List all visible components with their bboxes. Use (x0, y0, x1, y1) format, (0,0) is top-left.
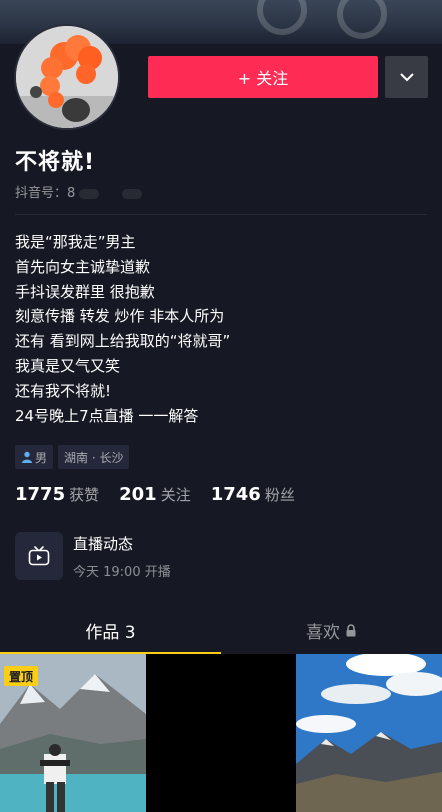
bio: 我是“那我走”男主 首先向女主诚挚道歉 手抖误发群里 很抱歉 刻意传播 转发 炒… (15, 230, 427, 428)
following-label: 关注 (160, 486, 191, 504)
bio-line: 首先向女主诚挚道歉 (15, 257, 151, 276)
video-thumbnail[interactable]: 置顶 (0, 654, 146, 812)
pinned-badge: 置顶 (4, 666, 39, 686)
live-info: 直播动态 今天 19:00 开播 (73, 533, 171, 580)
gender-tag: 男 (15, 445, 54, 469)
following-stat[interactable]: 201 关注 (119, 484, 191, 505)
bio-line: 手抖误发群里 很抱歉 (15, 282, 155, 301)
content-tabs: 作品 3 喜欢 (0, 606, 442, 654)
id-redacted (79, 188, 100, 199)
chevron-down-icon (399, 73, 414, 82)
live-time: 今天 19:00 开播 (73, 564, 171, 580)
tab-likes[interactable]: 喜欢 (221, 606, 442, 654)
douyin-id-text: 抖音号：8 (15, 186, 76, 201)
gender-label: 男 (35, 450, 48, 465)
video-thumbnail[interactable] (148, 654, 294, 812)
avatar[interactable] (14, 24, 120, 130)
douyin-id: 抖音号：8 (15, 182, 142, 201)
location-label: 湖南 · 长沙 (64, 450, 124, 465)
person-icon (22, 451, 32, 463)
live-announcement[interactable]: 直播动态 今天 19:00 开播 (15, 532, 171, 580)
bio-line: 24号晚上7点直播 一一解答 (15, 406, 199, 425)
followers-label: 粉丝 (264, 486, 295, 504)
bio-line: 我是“那我走”男主 (15, 233, 136, 251)
tab-works[interactable]: 作品 3 (0, 606, 221, 654)
tab-likes-label: 喜欢 (306, 622, 340, 643)
divider (15, 214, 427, 215)
live-title: 直播动态 (73, 534, 134, 553)
likes-label: 获赞 (69, 486, 100, 504)
live-icon-box (15, 532, 63, 580)
following-count: 201 (119, 484, 157, 505)
follow-button[interactable]: + 关注 (148, 56, 378, 98)
bio-line: 我真是又气又笑 (15, 356, 121, 375)
bio-line: 还有 看到网上给我取的“将就哥” (15, 332, 231, 351)
bio-line: 还有我不将就! (15, 381, 112, 400)
video-thumbnail[interactable] (296, 654, 442, 812)
tv-play-icon (28, 546, 50, 566)
more-options-button[interactable] (385, 56, 428, 98)
avatar-image (16, 26, 118, 128)
id-redacted (121, 188, 142, 199)
video-thumbnail-image (296, 654, 442, 812)
video-grid: 置顶 (0, 654, 442, 812)
banner-pattern (257, 0, 387, 39)
profile-tags: 男 湖南 · 长沙 (15, 445, 130, 469)
likes-count: 1775 (15, 484, 66, 505)
bio-line: 刻意传播 转发 炒作 非本人所为 (15, 307, 225, 326)
followers-stat[interactable]: 1746 粉丝 (211, 484, 295, 505)
likes-stat[interactable]: 1775 获赞 (15, 484, 99, 505)
lock-icon (346, 623, 356, 636)
followers-count: 1746 (210, 484, 261, 505)
profile-stats: 1775 获赞 201 关注 1746 粉丝 (15, 484, 315, 505)
location-tag: 湖南 · 长沙 (58, 445, 130, 469)
tab-works-label: 作品 3 (85, 622, 136, 643)
nickname: 不将就! (15, 150, 96, 175)
